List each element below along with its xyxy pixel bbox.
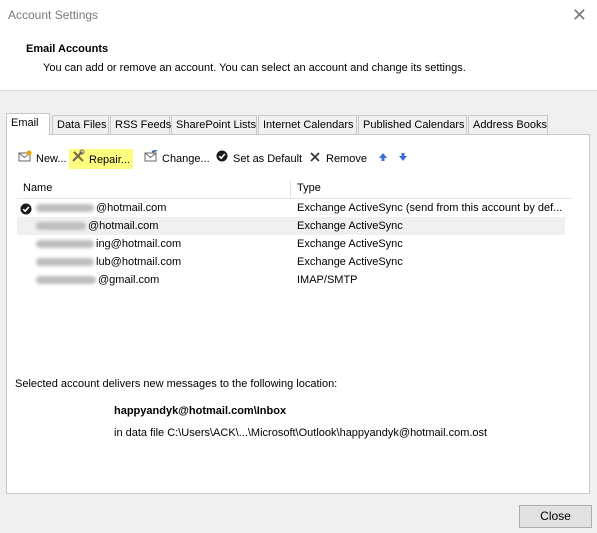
account-row[interactable]: lub@hotmail.com Exchange ActiveSync (17, 253, 565, 271)
arrow-down-icon (395, 149, 411, 169)
account-name-text: @hotmail.com (96, 202, 167, 214)
tab-data-files[interactable]: Data Files (52, 115, 109, 134)
account-name: ing@hotmail.com (36, 235, 181, 253)
account-type: Exchange ActiveSync (297, 256, 403, 268)
check-circle-icon (214, 149, 230, 169)
column-separator[interactable] (290, 180, 291, 198)
move-up-button[interactable] (375, 149, 394, 169)
account-name: @hotmail.com (36, 217, 158, 235)
move-down-button[interactable] (395, 149, 414, 169)
arrow-up-icon (375, 149, 391, 169)
account-type: Exchange ActiveSync (297, 238, 403, 250)
account-type: Exchange ActiveSync (send from this acco… (297, 202, 563, 214)
account-row[interactable]: @hotmail.com Exchange ActiveSync (17, 217, 565, 235)
header-title: Email Accounts (26, 43, 109, 55)
redacted-text (36, 258, 94, 267)
account-name-text: lub@hotmail.com (96, 256, 182, 268)
delivery-data-file: in data file C:\Users\ACK\...\Microsoft\… (114, 427, 488, 439)
repair-button[interactable]: Repair... (69, 149, 133, 169)
title-bar: Account Settings ✕ (0, 0, 597, 32)
tab-email[interactable]: Email (6, 113, 50, 135)
set-default-label: Set as Default (233, 153, 303, 165)
set-default-button[interactable]: Set as Default (214, 149, 302, 169)
tools-icon (70, 149, 86, 170)
remove-button[interactable]: Remove (307, 149, 367, 169)
new-label: New... (36, 153, 67, 165)
account-name: @gmail.com (36, 271, 159, 289)
new-button[interactable]: New... (17, 149, 67, 169)
header-section: Email Accounts You can add or remove an … (0, 32, 597, 91)
repair-label: Repair... (89, 154, 130, 166)
close-button[interactable]: Close (519, 505, 592, 528)
account-name-text: @hotmail.com (88, 220, 159, 232)
remove-label: Remove (326, 153, 367, 165)
column-type-header[interactable]: Type (297, 182, 321, 194)
tab-internet-calendars[interactable]: Internet Calendars (258, 115, 357, 134)
default-check-icon (20, 199, 34, 217)
account-name: lub@hotmail.com (36, 253, 181, 271)
delivery-location-label: Selected account delivers new messages t… (15, 378, 338, 390)
tab-published-calendars[interactable]: Published Calendars (358, 115, 467, 134)
close-icon[interactable]: ✕ (572, 4, 587, 26)
envelope-edit-icon (143, 149, 159, 169)
window-title: Account Settings (8, 8, 99, 22)
x-icon (307, 149, 323, 169)
account-row[interactable]: ing@hotmail.com Exchange ActiveSync (17, 235, 565, 253)
account-name-text: ing@hotmail.com (96, 238, 182, 250)
redacted-text (36, 240, 94, 249)
account-row[interactable]: @gmail.com IMAP/SMTP (17, 271, 565, 289)
account-name: @hotmail.com (36, 199, 166, 217)
envelope-icon (17, 149, 33, 169)
email-panel: New... Repair... Change... Set as Defaul… (6, 134, 590, 494)
account-name-text: @gmail.com (98, 274, 160, 286)
header-subtitle: You can add or remove an account. You ca… (43, 62, 466, 74)
column-name-header[interactable]: Name (23, 182, 52, 194)
delivery-location-path: happyandyk@hotmail.com\Inbox (114, 405, 287, 417)
account-type: IMAP/SMTP (297, 274, 358, 286)
redacted-text (36, 222, 86, 231)
change-button[interactable]: Change... (143, 149, 210, 169)
account-row[interactable]: @hotmail.com Exchange ActiveSync (send f… (17, 199, 565, 217)
tab-rss-feeds[interactable]: RSS Feeds (110, 115, 171, 134)
change-label: Change... (162, 153, 210, 165)
account-list-header: Name Type (17, 180, 573, 199)
account-type: Exchange ActiveSync (297, 220, 403, 232)
redacted-text (36, 276, 96, 285)
tab-sharepoint-lists[interactable]: SharePoint Lists (171, 115, 257, 134)
redacted-text (36, 204, 94, 213)
tab-address-books[interactable]: Address Books (468, 115, 548, 134)
